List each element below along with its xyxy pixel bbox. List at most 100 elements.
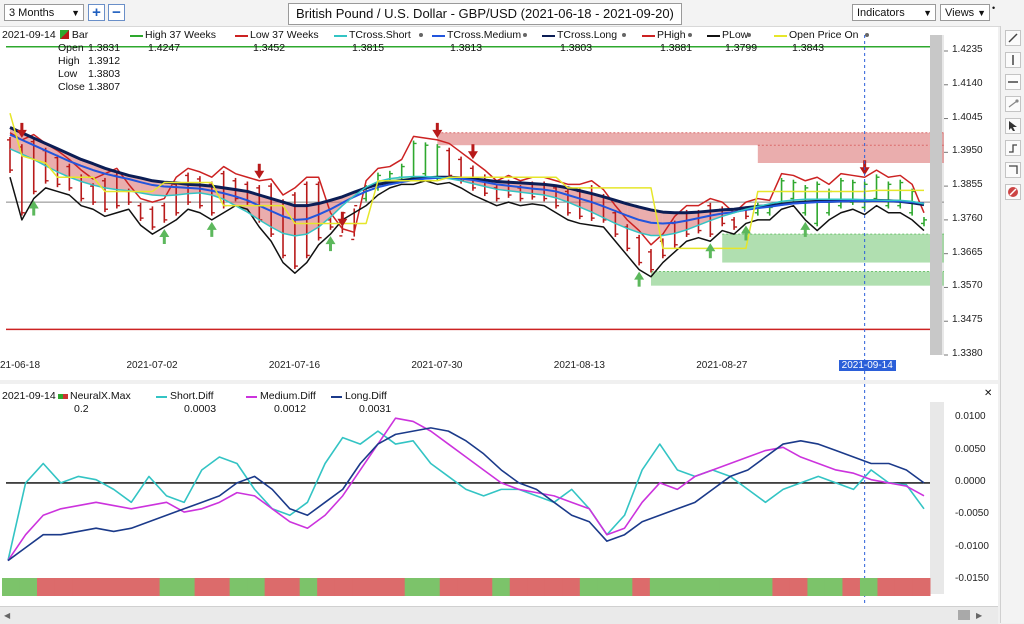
scroll-left-icon[interactable]: ◀ xyxy=(4,611,10,620)
ohlc-value: 1.3803 xyxy=(88,68,121,80)
buy-arrow-shaft xyxy=(328,243,332,252)
buy-arrow-shaft xyxy=(744,232,748,241)
band-green-2 xyxy=(650,271,944,286)
eraser-icon[interactable] xyxy=(1005,184,1021,200)
ohlc-key: Close xyxy=(58,81,85,93)
y-tick-label: 1.4235 xyxy=(952,44,983,55)
indicators-dropdown[interactable]: Indicators ▼ xyxy=(852,4,936,21)
sell-arrow-shaft xyxy=(435,122,439,131)
neuralx-segment xyxy=(404,578,423,596)
x-tick-label-highlight: 2021-09-14 xyxy=(838,360,896,371)
legend-value: 1.3881 xyxy=(660,42,693,54)
buy-arrow-shaft xyxy=(162,236,166,244)
legend-dot-icon xyxy=(746,33,751,37)
legend-dot-icon xyxy=(687,33,692,37)
neuralx-segment xyxy=(807,578,826,596)
y-tick-label: 1.3760 xyxy=(952,212,983,224)
legend-date: 2021-09-14 xyxy=(2,29,56,41)
sell-arrow-shaft xyxy=(257,163,261,172)
ohlc-high: High 1.3912 xyxy=(58,55,128,68)
indicator-pane[interactable]: 2021-09-14 NeuralX.Max 0.2 Short.Diff 0.000… xyxy=(0,384,998,606)
pencil-icon[interactable] xyxy=(1005,30,1021,46)
chevron-down-icon: ▼ xyxy=(923,8,932,18)
legend-name: TCross.Short xyxy=(349,29,411,41)
trend-line-icon[interactable] xyxy=(1005,96,1021,112)
buy-arrow-shaft xyxy=(803,228,807,237)
neuralx-segment xyxy=(124,578,143,596)
neuralx-segment xyxy=(387,578,406,596)
x-tick-label: 2021-07-30 xyxy=(411,360,463,371)
period-dropdown[interactable]: 3 Months ▼ xyxy=(4,4,84,21)
neuralx-segment xyxy=(212,578,231,596)
scroll-right-icon[interactable]: ▶ xyxy=(976,611,982,620)
vertical-scrollbar[interactable] xyxy=(930,35,942,355)
legend-swatch-1 xyxy=(235,35,248,37)
x-tick-label: 2021-07-02 xyxy=(126,360,178,371)
sub-legend-swatch-3 xyxy=(331,396,342,398)
x-tick-label: 2021-08-13 xyxy=(553,360,605,371)
neuralx-segment xyxy=(719,578,738,596)
zoom-in-button[interactable]: + xyxy=(88,4,105,21)
sub-legend-name: NeuralX.Max xyxy=(70,390,131,402)
ohlc-key: Low xyxy=(58,68,78,80)
neuralx-segment xyxy=(2,578,21,596)
y-tick-label: 1.4140 xyxy=(952,77,983,89)
close-icon[interactable]: ✕ xyxy=(984,388,992,399)
neuralx-segment xyxy=(579,578,598,596)
legend-dot-icon xyxy=(621,33,626,37)
neuralx-segment xyxy=(702,578,721,596)
views-label: Views xyxy=(945,7,975,19)
neuralx-segment xyxy=(19,578,38,596)
sub-gutter xyxy=(930,402,944,594)
neuralx-segment xyxy=(334,578,353,596)
horizontal-scrollbar[interactable]: ◀ ▶ xyxy=(0,606,998,624)
neuralx-segment xyxy=(754,578,773,596)
views-dropdown[interactable]: Views ▼ xyxy=(940,4,990,21)
legend-name: PLow xyxy=(722,29,749,41)
price-pane[interactable]: 2021-09-14 Bar Open 1.3831 High 1.3912 Low 1.… xyxy=(0,27,998,380)
ohlc-value: 1.3807 xyxy=(88,81,121,93)
price-chart[interactable] xyxy=(0,27,998,380)
neuralx-segment xyxy=(264,578,283,596)
chevron-down-icon: ▼ xyxy=(977,8,986,18)
neuralx-segment xyxy=(194,578,213,596)
buy-arrow-shaft xyxy=(210,228,214,237)
ohlc-value: 1.3912 xyxy=(88,55,121,67)
neuralx-segment xyxy=(457,578,476,596)
sell-arrow-shaft xyxy=(340,211,344,220)
indicator-chart[interactable] xyxy=(0,384,998,606)
band-red-1 xyxy=(757,145,944,163)
legend-name: TCross.Long xyxy=(557,29,618,41)
legend-swatch-7 xyxy=(774,35,787,37)
step-icon[interactable] xyxy=(1005,140,1021,156)
y-tick-label: 1.3665 xyxy=(952,246,983,258)
x-tick-label: 2021-07-16 xyxy=(268,360,321,371)
horizontal-line-icon[interactable] xyxy=(1005,74,1021,90)
neuralx-segment xyxy=(299,578,318,596)
time-axis: 21-06-18 2021-07-02 2021-07-16 2021-07-30 20… xyxy=(0,358,998,376)
chevron-down-icon: ▼ xyxy=(71,8,80,18)
neuralx-segment xyxy=(737,578,756,596)
legend-swatch-2 xyxy=(334,35,347,37)
neuralx-segment xyxy=(422,578,441,596)
legend-swatch-5 xyxy=(642,35,655,37)
zoom-out-button[interactable]: − xyxy=(108,4,125,21)
ohlc-low: Low 1.3803 xyxy=(58,68,128,81)
band-red-0 xyxy=(437,132,944,146)
pin-icon[interactable]: • xyxy=(992,3,995,13)
vertical-line-icon[interactable] xyxy=(1005,52,1021,68)
neuralx-segment xyxy=(107,578,126,596)
fibonacci-icon[interactable] xyxy=(1005,162,1021,178)
sub-legend-swatch-1 xyxy=(156,396,167,398)
sub-legend-value: 0.0003 xyxy=(184,403,217,415)
legend-swatch-4 xyxy=(542,35,555,37)
sub-legend-value: 0.2 xyxy=(74,403,89,415)
y-tick-label: 1.3950 xyxy=(952,145,983,157)
legend-name: High 37 Weeks xyxy=(145,29,217,41)
sub-y-tick-label: 0.0100 xyxy=(955,411,986,423)
sell-arrow-shaft xyxy=(20,122,24,131)
neuralx-segment xyxy=(282,578,301,596)
neuralx-segment xyxy=(352,578,371,596)
scroll-thumb[interactable] xyxy=(958,610,970,620)
cursor-icon[interactable] xyxy=(1005,118,1021,134)
